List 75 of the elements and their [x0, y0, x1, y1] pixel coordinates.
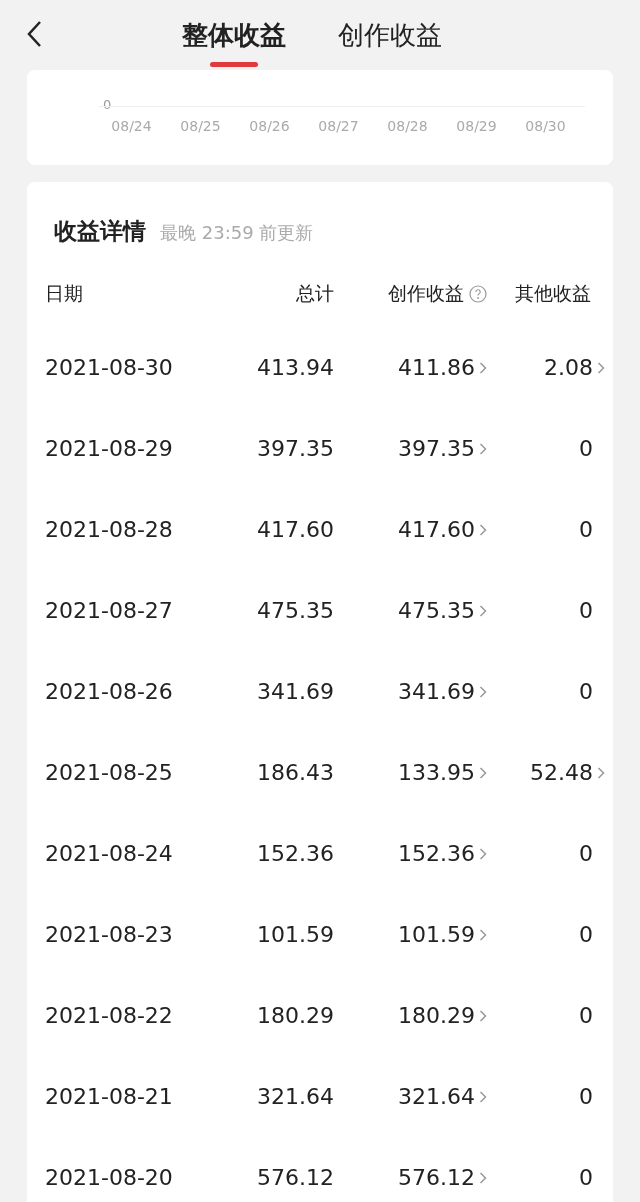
- amount-cell: 0: [579, 841, 593, 866]
- amount-link[interactable]: 52.48: [530, 760, 593, 785]
- total-cell: 101.59: [257, 922, 334, 947]
- chevron-right-icon: [479, 765, 487, 780]
- x-axis-label: 08/29: [455, 118, 498, 134]
- total-cell: 417.60: [257, 517, 334, 542]
- x-axis-label: 08/26: [248, 118, 291, 134]
- chevron-right-icon: [479, 684, 487, 699]
- amount-link[interactable]: 341.69: [398, 679, 475, 704]
- amount-link[interactable]: 576.12: [398, 1165, 475, 1190]
- chevron-right-icon: [479, 1170, 487, 1185]
- amount-link[interactable]: 2.08: [544, 355, 593, 380]
- amount-link[interactable]: 152.36: [398, 841, 475, 866]
- amount-cell: 0: [579, 1003, 593, 1028]
- tab-indicator: [210, 61, 258, 67]
- x-axis-label: 08/30: [524, 118, 567, 134]
- chevron-right-icon: [479, 1089, 487, 1104]
- chevron-right-icon: [479, 846, 487, 861]
- column-header: 创作收益: [388, 281, 464, 306]
- amount-cell: 0: [579, 436, 593, 461]
- column-header: 日期: [45, 281, 83, 306]
- x-axis-label: 08/25: [179, 118, 222, 134]
- chevron-right-icon: [479, 1008, 487, 1023]
- amount-cell: 0: [579, 1165, 593, 1190]
- column-header: 总计: [296, 281, 334, 306]
- chevron-right-icon: [597, 360, 605, 375]
- date-cell: 2021-08-22: [45, 1003, 173, 1028]
- amount-cell: 0: [579, 679, 593, 704]
- total-cell: 152.36: [257, 841, 334, 866]
- amount-link[interactable]: 180.29: [398, 1003, 475, 1028]
- chevron-right-icon: [597, 765, 605, 780]
- amount-cell: 0: [579, 922, 593, 947]
- total-cell: 341.69: [257, 679, 334, 704]
- total-cell: 321.64: [257, 1084, 334, 1109]
- total-cell: 576.12: [257, 1165, 334, 1190]
- amount-link[interactable]: 475.35: [398, 598, 475, 623]
- amount-link[interactable]: 417.60: [398, 517, 475, 542]
- tab[interactable]: 创作收益: [338, 3, 442, 67]
- x-axis-label: 08/27: [317, 118, 360, 134]
- chevron-right-icon: [479, 603, 487, 618]
- total-cell: 186.43: [257, 760, 334, 785]
- date-cell: 2021-08-25: [45, 760, 173, 785]
- column-header: 其他收益: [515, 281, 591, 306]
- chevron-left-icon: [26, 20, 42, 48]
- x-axis-label: 08/24: [110, 118, 153, 134]
- chevron-right-icon: [479, 927, 487, 942]
- chevron-right-icon: [479, 360, 487, 375]
- amount-cell: 0: [579, 517, 593, 542]
- date-cell: 2021-08-21: [45, 1084, 173, 1109]
- amount-link[interactable]: 397.35: [398, 436, 475, 461]
- help-icon[interactable]: [469, 285, 487, 303]
- total-cell: 180.29: [257, 1003, 334, 1028]
- total-cell: 475.35: [257, 598, 334, 623]
- chevron-right-icon: [479, 522, 487, 537]
- date-cell: 2021-08-29: [45, 436, 173, 461]
- date-cell: 2021-08-24: [45, 841, 173, 866]
- update-note: 最晚 23:59 前更新: [160, 221, 314, 245]
- total-cell: 397.35: [257, 436, 334, 461]
- chevron-right-icon: [479, 441, 487, 456]
- amount-cell: 0: [579, 1084, 593, 1109]
- amount-link[interactable]: 411.86: [398, 355, 475, 380]
- date-cell: 2021-08-26: [45, 679, 173, 704]
- date-cell: 2021-08-28: [45, 517, 173, 542]
- tab[interactable]: 整体收益: [182, 3, 286, 67]
- amount-link[interactable]: 101.59: [398, 922, 475, 947]
- x-axis-label: 08/28: [386, 118, 429, 134]
- date-cell: 2021-08-23: [45, 922, 173, 947]
- amount-link[interactable]: 133.95: [398, 760, 475, 785]
- section-title: 收益详情: [54, 217, 146, 246]
- amount-link[interactable]: 321.64: [398, 1084, 475, 1109]
- date-cell: 2021-08-27: [45, 598, 173, 623]
- amount-cell: 0: [579, 598, 593, 623]
- date-cell: 2021-08-20: [45, 1165, 173, 1190]
- total-cell: 413.94: [257, 355, 334, 380]
- date-cell: 2021-08-30: [45, 355, 173, 380]
